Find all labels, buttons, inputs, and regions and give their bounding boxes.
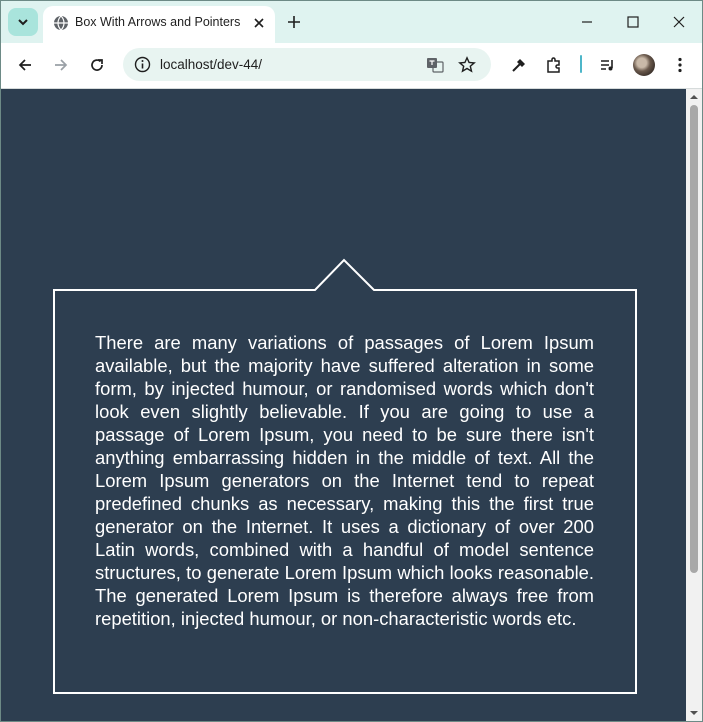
extensions-icon [547,57,560,73]
media-controls-button[interactable] [598,55,618,75]
scrollbar-thumb[interactable] [690,105,698,573]
translate-icon[interactable] [426,56,444,74]
close-icon[interactable] [251,15,267,31]
window-close-icon [673,16,685,28]
tab-search-button[interactable] [8,8,38,36]
active-tab[interactable]: Box With Arrows and Pointers [43,6,275,43]
close-window-button[interactable] [668,11,690,33]
globe-icon [54,15,68,31]
url-text: localhost/dev-44/ [160,57,263,72]
scroll-up-arrow-icon[interactable] [689,92,699,102]
maximize-icon [627,16,639,28]
back-button[interactable] [15,55,35,75]
tab-search-icon [18,19,28,26]
eyedropper-button[interactable] [509,55,529,75]
media-controls-icon [601,60,613,71]
box-paragraph: There are many variations of passages of… [95,332,594,629]
minimize-button[interactable] [576,11,598,33]
maximize-button[interactable] [622,11,644,33]
vertical-scrollbar[interactable] [686,89,702,721]
forward-arrow-icon [55,59,68,71]
page-viewport: There are many variations of passages of… [1,89,686,721]
extensions-button[interactable] [544,55,564,75]
back-arrow-icon [18,59,31,71]
browser-window: Box With Arrows and Pointers localhost/d… [0,0,703,722]
address-bar[interactable]: localhost/dev-44/ [123,48,491,81]
toolbar-divider [580,55,582,73]
reload-icon [91,59,103,71]
menu-button[interactable] [670,55,690,75]
minimize-icon [582,21,592,23]
avatar[interactable] [633,54,655,76]
eyedropper-icon [512,59,525,72]
scroll-down-arrow-icon[interactable] [689,708,699,718]
reload-button[interactable] [87,55,107,75]
kebab-menu-icon [678,57,682,73]
plus-icon[interactable] [285,13,303,31]
forward-button[interactable] [51,55,71,75]
tab-strip: Box With Arrows and Pointers [1,1,702,43]
browser-toolbar: localhost/dev-44/ [1,43,702,89]
tab-title: Box With Arrows and Pointers [75,15,241,29]
star-icon[interactable] [458,56,476,74]
site-info-icon[interactable] [134,56,151,73]
